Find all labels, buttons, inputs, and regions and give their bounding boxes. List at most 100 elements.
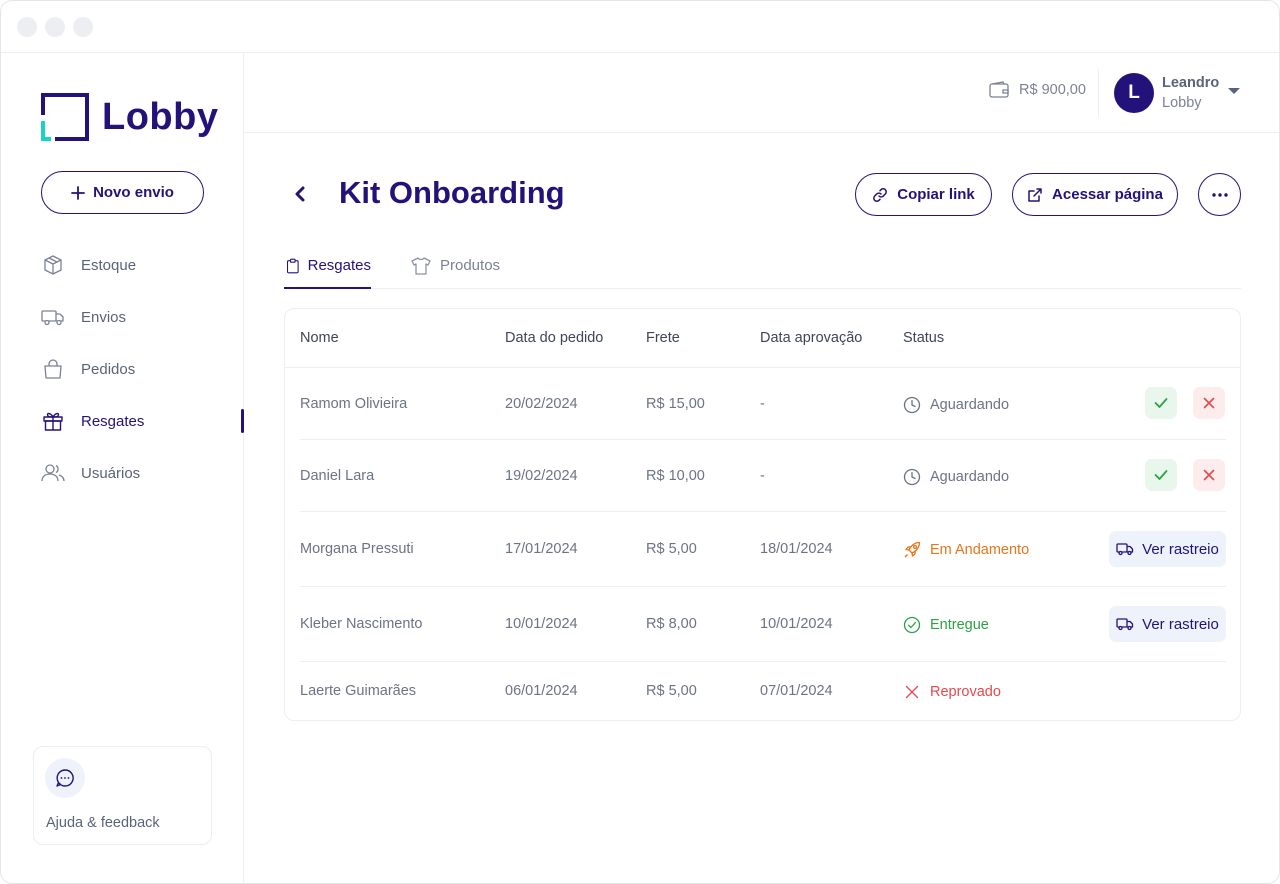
table-header: Nome Data do pedido Frete Data aprovação… xyxy=(285,309,1240,368)
sidebar-nav: Estoque Envios Pedidos Resgates Usuários xyxy=(1,239,244,499)
page-title: Kit Onboarding xyxy=(339,175,565,210)
tab-bar: Resgates Produtos xyxy=(284,243,1241,289)
truck-icon xyxy=(1116,618,1134,631)
tab-produtos[interactable]: Produtos xyxy=(410,243,500,288)
chevron-down-icon[interactable] xyxy=(1227,87,1241,95)
close-icon xyxy=(1203,469,1215,481)
balance-value: R$ 900,00 xyxy=(1019,82,1086,98)
column-header-data-aprovacao[interactable]: Data aprovação xyxy=(760,330,862,346)
chevron-left-icon xyxy=(295,186,305,202)
window-close-dot[interactable] xyxy=(17,17,37,37)
reject-button[interactable] xyxy=(1193,459,1225,491)
plus-icon xyxy=(71,185,85,200)
status-badge: Aguardando xyxy=(903,396,1009,414)
cell-shipping: R$ 8,00 xyxy=(646,616,697,632)
gift-icon xyxy=(41,409,65,433)
status-label: Aguardando xyxy=(930,397,1010,413)
truck-icon xyxy=(41,305,65,329)
window-titlebar xyxy=(1,1,1279,53)
copy-link-button[interactable]: Copiar link xyxy=(855,173,992,216)
table-row: Morgana Pressuti 17/01/2024 R$ 5,00 18/0… xyxy=(300,512,1226,587)
cell-order-date: 20/02/2024 xyxy=(505,396,578,412)
close-icon xyxy=(905,685,919,699)
avatar[interactable]: L xyxy=(1114,73,1154,113)
approve-button[interactable] xyxy=(1145,459,1177,491)
cell-order-date: 06/01/2024 xyxy=(505,683,578,699)
user-name[interactable]: Leandro xyxy=(1162,75,1219,91)
cell-approval-date: - xyxy=(760,396,765,412)
sidebar-item-estoque[interactable]: Estoque xyxy=(1,239,244,291)
status-badge: Em Andamento xyxy=(903,541,1029,559)
brand-name: Lobby xyxy=(102,96,219,138)
clipboard-icon xyxy=(286,258,299,273)
cell-name: Laerte Guimarães xyxy=(300,683,417,699)
window-minimize-dot[interactable] xyxy=(45,17,65,37)
sidebar-item-usuarios[interactable]: Usuários xyxy=(1,447,244,499)
column-header-data-pedido[interactable]: Data do pedido xyxy=(505,330,603,346)
check-circle-icon xyxy=(903,616,921,634)
column-header-frete[interactable]: Frete xyxy=(646,330,680,346)
tshirt-icon xyxy=(411,256,431,275)
tab-resgates[interactable]: Resgates xyxy=(284,243,371,289)
track-shipment-label: Ver rastreio xyxy=(1142,540,1219,558)
window-maximize-dot[interactable] xyxy=(73,17,93,37)
tab-label: Produtos xyxy=(440,257,501,274)
check-icon xyxy=(1154,398,1168,408)
header-divider xyxy=(1098,69,1099,117)
chat-bubble-icon xyxy=(45,758,85,798)
cell-approval-date: 18/01/2024 xyxy=(760,541,833,557)
status-label: Entregue xyxy=(930,617,989,633)
more-options-button[interactable] xyxy=(1198,173,1241,216)
app-window: Lobby Novo envio Estoque Envios Pedidos … xyxy=(0,0,1280,884)
box-icon xyxy=(41,253,65,277)
reject-button[interactable] xyxy=(1193,387,1225,419)
wallet-icon xyxy=(989,81,1009,98)
sidebar-item-label: Pedidos xyxy=(81,360,136,378)
cell-name: Daniel Lara xyxy=(300,468,375,484)
track-shipment-button[interactable]: Ver rastreio xyxy=(1109,531,1226,567)
redemptions-table: Nome Data do pedido Frete Data aprovação… xyxy=(284,308,1241,721)
column-header-nome[interactable]: Nome xyxy=(300,330,339,346)
cell-order-date: 19/02/2024 xyxy=(505,468,578,484)
sidebar-item-envios[interactable]: Envios xyxy=(1,291,244,343)
status-label: Em Andamento xyxy=(930,542,1030,558)
sidebar-item-label: Envios xyxy=(81,308,127,326)
sidebar-item-label: Usuários xyxy=(81,464,141,482)
logo-mark-icon xyxy=(41,93,89,141)
copy-link-label: Copiar link xyxy=(897,186,975,203)
track-shipment-button[interactable]: Ver rastreio xyxy=(1109,606,1226,642)
access-page-label: Acessar página xyxy=(1052,186,1163,203)
top-header: R$ 900,00 L Leandro Lobby xyxy=(244,53,1279,133)
sidebar-item-label: Resgates xyxy=(81,412,145,430)
track-shipment-label: Ver rastreio xyxy=(1142,615,1219,633)
status-label: Reprovado xyxy=(930,684,1001,700)
sidebar-item-resgates[interactable]: Resgates xyxy=(1,395,244,447)
new-shipment-button[interactable]: Novo envio xyxy=(41,171,204,214)
access-page-button[interactable]: Acessar página xyxy=(1012,173,1178,216)
clock-icon xyxy=(903,396,921,414)
help-feedback-card[interactable]: Ajuda & feedback xyxy=(33,746,212,845)
column-header-status[interactable]: Status xyxy=(903,330,944,346)
cell-approval-date: 10/01/2024 xyxy=(760,616,833,632)
sidebar-item-label: Estoque xyxy=(81,256,137,274)
cell-approval-date: 07/01/2024 xyxy=(760,683,833,699)
new-shipment-label: Novo envio xyxy=(93,184,174,201)
table-row: Kleber Nascimento 10/01/2024 R$ 8,00 10/… xyxy=(300,587,1226,662)
sidebar-item-pedidos[interactable]: Pedidos xyxy=(1,343,244,395)
clock-icon xyxy=(903,468,921,486)
users-icon xyxy=(41,461,65,485)
truck-icon xyxy=(1116,543,1134,556)
shopping-bag-icon xyxy=(41,357,65,381)
more-horizontal-icon xyxy=(1211,192,1228,197)
cell-shipping: R$ 10,00 xyxy=(646,468,705,484)
sidebar: Lobby Novo envio Estoque Envios Pedidos … xyxy=(1,53,244,883)
user-organization: Lobby xyxy=(1162,95,1202,111)
brand-logo[interactable]: Lobby xyxy=(41,93,218,143)
external-link-icon xyxy=(1028,187,1042,202)
approve-button[interactable] xyxy=(1145,387,1177,419)
status-badge: Aguardando xyxy=(903,468,1009,486)
cell-shipping: R$ 15,00 xyxy=(646,396,705,412)
cell-approval-date: - xyxy=(760,468,765,484)
back-button[interactable] xyxy=(288,181,312,207)
link-icon xyxy=(873,187,888,202)
